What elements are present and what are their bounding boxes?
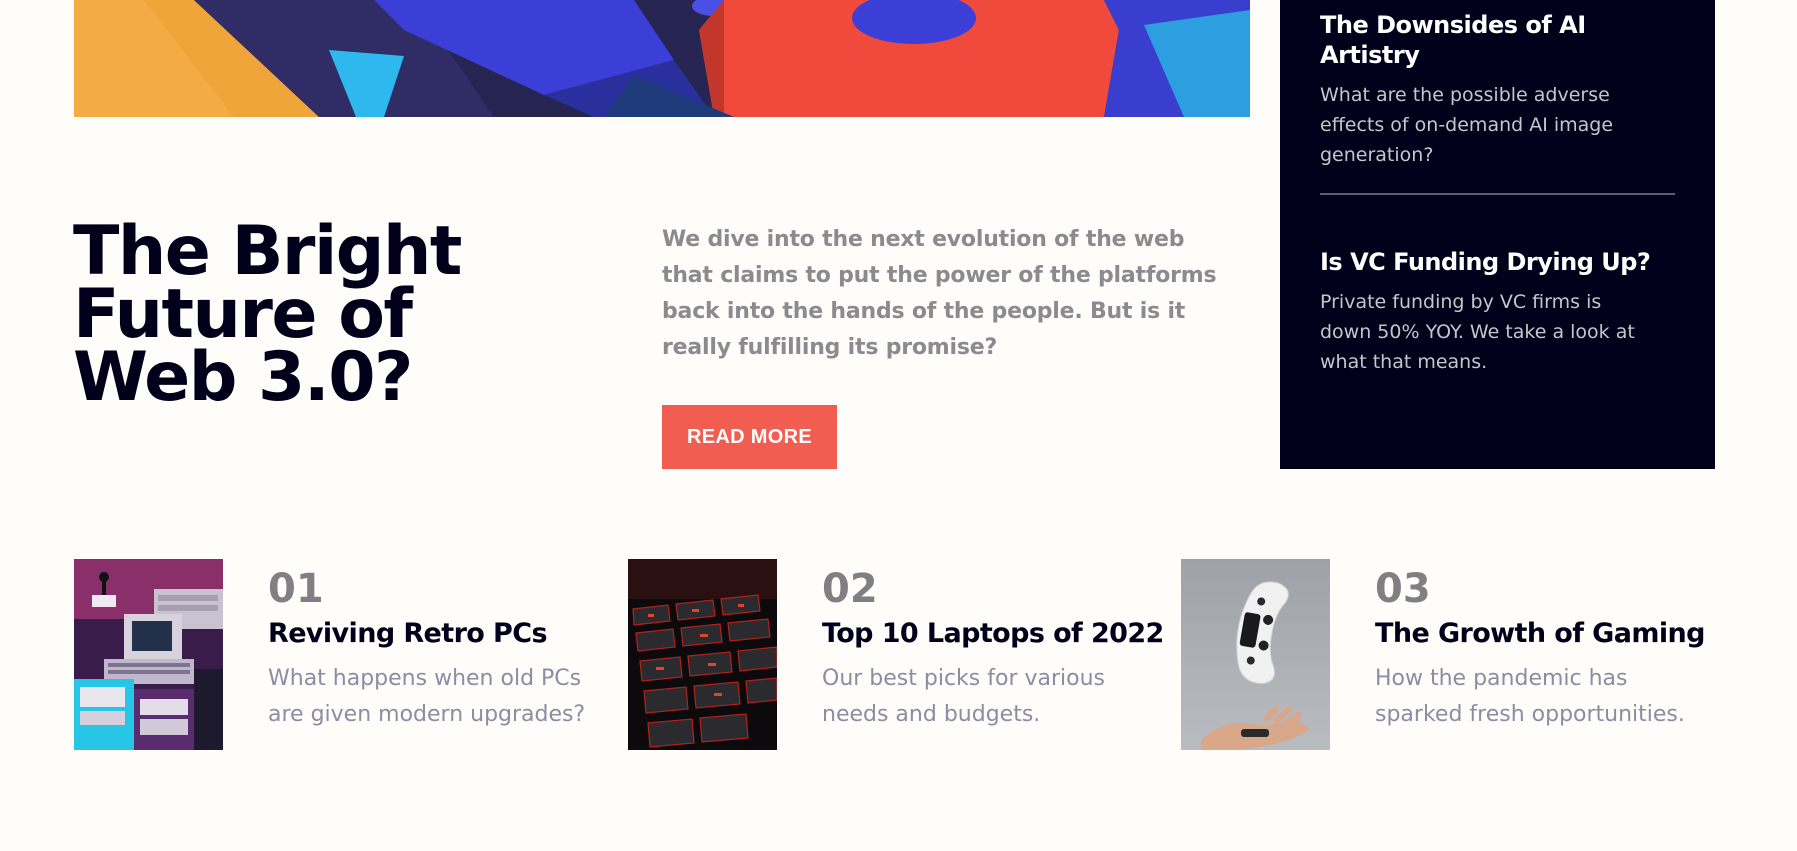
laptop-keyboard-image — [628, 559, 777, 750]
article-title[interactable]: The Growth of Gaming — [1375, 617, 1715, 651]
retro-pc-image — [74, 559, 223, 750]
article-text: 02 Top 10 Laptops of 2022 Our best picks… — [822, 565, 1164, 733]
intro-text: We dive into the next evolution of the w… — [662, 227, 1217, 360]
sidebar-article-description: What are the possible adverse effects of… — [1320, 84, 1614, 166]
article-title[interactable]: Top 10 Laptops of 2022 — [822, 617, 1164, 651]
article-description: Our best picks for various needs and bud… — [822, 666, 1106, 727]
article-title[interactable]: Reviving Retro PCs — [268, 617, 608, 651]
sidebar-article-title[interactable]: Is VC Funding Drying Up? — [1320, 247, 1680, 277]
sidebar-article[interactable]: The Downsides of AI Artistry What are th… — [1320, 10, 1680, 170]
sidebar-divider — [1320, 193, 1675, 195]
hero-image — [74, 0, 1250, 117]
page-title: The Bright Future of Web 3.0? — [73, 212, 462, 417]
article-number: 03 — [1375, 566, 1431, 612]
new-articles-sidebar: The Downsides of AI Artistry What are th… — [1280, 0, 1715, 469]
article-text: 01 Reviving Retro PCs What happens when … — [268, 565, 608, 733]
game-controller-image — [1181, 559, 1330, 750]
article-number: 01 — [268, 566, 324, 612]
article-text: 03 The Growth of Gaming How the pandemic… — [1375, 565, 1715, 733]
read-more-button[interactable]: READ MORE — [662, 405, 837, 469]
laptop-keyboard-thumbnail[interactable] — [628, 559, 777, 750]
sidebar-article[interactable]: Is VC Funding Drying Up? Private funding… — [1320, 247, 1680, 377]
sidebar-article-title[interactable]: The Downsides of AI Artistry — [1320, 10, 1680, 70]
hero-image-art — [74, 0, 1250, 117]
sidebar-article-description: Private funding by VC firms is down 50% … — [1320, 291, 1635, 373]
intro-block: We dive into the next evolution of the w… — [662, 222, 1222, 366]
article-description: What happens when old PCs are given mode… — [268, 666, 586, 727]
article-description: How the pandemic has sparked fresh oppor… — [1375, 666, 1685, 727]
article-number: 02 — [822, 566, 878, 612]
game-controller-thumbnail[interactable] — [1181, 559, 1330, 750]
retro-pc-thumbnail[interactable] — [74, 559, 223, 750]
